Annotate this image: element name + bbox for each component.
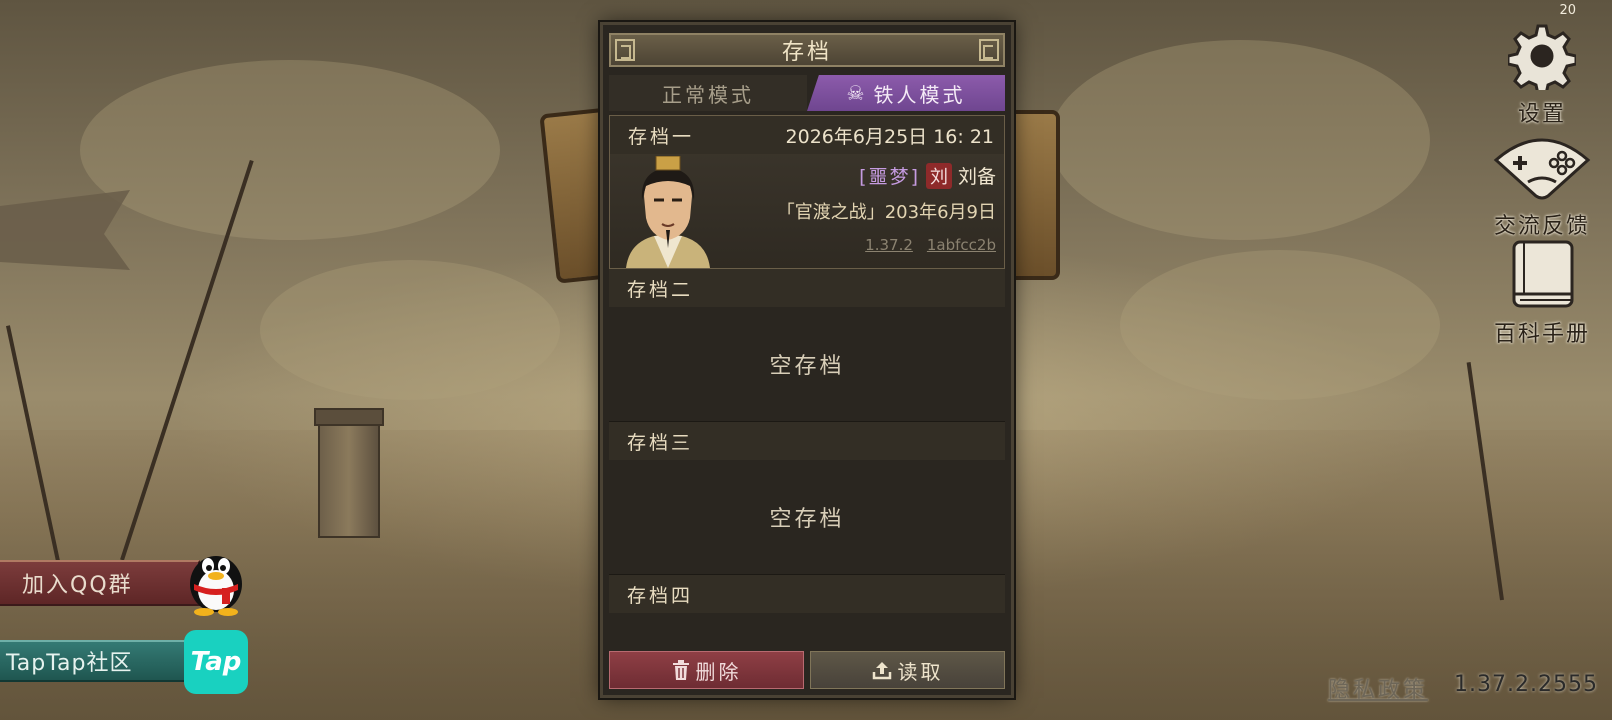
lord-info: [噩梦] 刘 刘备	[859, 162, 996, 189]
meander-ornament-icon	[615, 39, 635, 61]
background-banner	[0, 190, 130, 270]
load-label: 读取	[897, 659, 944, 684]
empty-save-label: 空存档	[769, 354, 845, 379]
trash-icon	[672, 660, 690, 680]
save-slot-2[interactable]: 存档二 空存档	[609, 269, 1005, 422]
save-slot-header: 存档三	[609, 422, 1005, 460]
upload-icon	[872, 660, 892, 680]
save-slot-name: 存档二	[627, 278, 694, 301]
background-cloud	[260, 260, 560, 400]
fps-counter: 20	[1559, 3, 1576, 18]
meander-ornament-icon	[979, 39, 999, 61]
tab-normal-mode[interactable]: 正常模式	[609, 75, 807, 111]
skull-crossbones-icon: ☠	[846, 81, 868, 105]
difficulty-label: [噩梦]	[859, 166, 920, 188]
save-slot-header: 存档二	[609, 269, 1005, 307]
gamepad-fan-icon	[1482, 130, 1602, 206]
background-cloud	[1120, 250, 1440, 400]
faction-badge: 刘	[925, 162, 952, 189]
panel-actions: 删除 读取	[609, 651, 1005, 689]
save-slot-empty: 空存档	[609, 307, 1005, 421]
save-slot-3[interactable]: 存档三 空存档	[609, 422, 1005, 575]
taptap-community-button[interactable]: TapTap社区	[0, 640, 190, 682]
lord-portrait	[616, 155, 720, 268]
lord-name: 刘备	[957, 166, 996, 188]
save-game-version: 1.37.2	[865, 236, 913, 254]
save-timestamp: 2026年6月25日 16: 21	[785, 125, 994, 148]
delete-label: 删除	[695, 659, 742, 684]
settings-label: 设置	[1517, 102, 1566, 127]
load-button[interactable]: 读取	[810, 651, 1005, 689]
taptap-logo-icon[interactable]: Tap	[184, 630, 248, 694]
save-build-hash: 1abfcc2b	[926, 236, 996, 254]
feedback-button[interactable]: 交流反馈	[1482, 130, 1602, 240]
panel-header: 存档	[609, 33, 1005, 67]
gear-icon	[1482, 22, 1602, 96]
privacy-policy-link[interactable]: 隐私政策	[1328, 672, 1428, 704]
save-slot-name: 存档一	[628, 125, 695, 148]
save-slot-name: 存档三	[627, 431, 694, 454]
tab-ironman-mode-label: 铁人模式	[873, 82, 966, 107]
background-watchtower	[314, 408, 384, 538]
empty-save-label: 空存档	[769, 507, 845, 532]
save-slot-4[interactable]: 存档四	[609, 575, 1005, 649]
taptap-community-label: TapTap社区	[6, 651, 133, 676]
app-version: 1.37.2.2555	[1454, 672, 1598, 697]
feedback-label: 交流反馈	[1493, 214, 1590, 239]
panel-title: 存档	[781, 40, 832, 65]
scenario-date: 「官渡之战」203年6月9日	[776, 202, 996, 223]
encyclopedia-label: 百科手册	[1493, 322, 1590, 347]
delete-button[interactable]: 删除	[609, 651, 804, 689]
book-icon	[1482, 238, 1602, 314]
save-slot-header: 存档一 2026年6月25日 16: 21	[610, 116, 1004, 154]
save-slot-empty	[609, 613, 1005, 649]
background-cloud	[80, 60, 500, 240]
qq-penguin-icon[interactable]	[184, 540, 248, 616]
save-version-info: 1.37.2 1abfcc2b	[865, 236, 996, 254]
save-slot-header: 存档四	[609, 575, 1005, 613]
encyclopedia-button[interactable]: 百科手册	[1482, 238, 1602, 348]
save-slot-name: 存档四	[627, 584, 694, 607]
background-cloud	[1050, 40, 1430, 240]
save-slot-list[interactable]: 存档一 2026年6月25日 16: 21 [噩梦] 刘 刘备 「官渡之战」20…	[609, 115, 1005, 649]
save-slot-1[interactable]: 存档一 2026年6月25日 16: 21 [噩梦] 刘 刘备 「官渡之战」20…	[609, 115, 1005, 269]
join-qq-group-label: 加入QQ群	[22, 573, 133, 598]
tab-normal-mode-label: 正常模式	[662, 82, 754, 107]
save-slot-details: [噩梦] 刘 刘备 「官渡之战」203年6月9日 1.37.2 1abfcc2b	[610, 154, 1004, 268]
save-slot-empty: 空存档	[609, 460, 1005, 574]
mode-tabs: 正常模式 ☠ 铁人模式	[609, 75, 1005, 111]
settings-button[interactable]: 设置	[1482, 22, 1602, 128]
save-panel: 存档 正常模式 ☠ 铁人模式 存档一 2026年6月25日 16: 21 [噩梦…	[600, 22, 1014, 698]
tab-ironman-mode[interactable]: ☠ 铁人模式	[807, 75, 1005, 111]
join-qq-group-button[interactable]: 加入QQ群	[0, 560, 200, 606]
